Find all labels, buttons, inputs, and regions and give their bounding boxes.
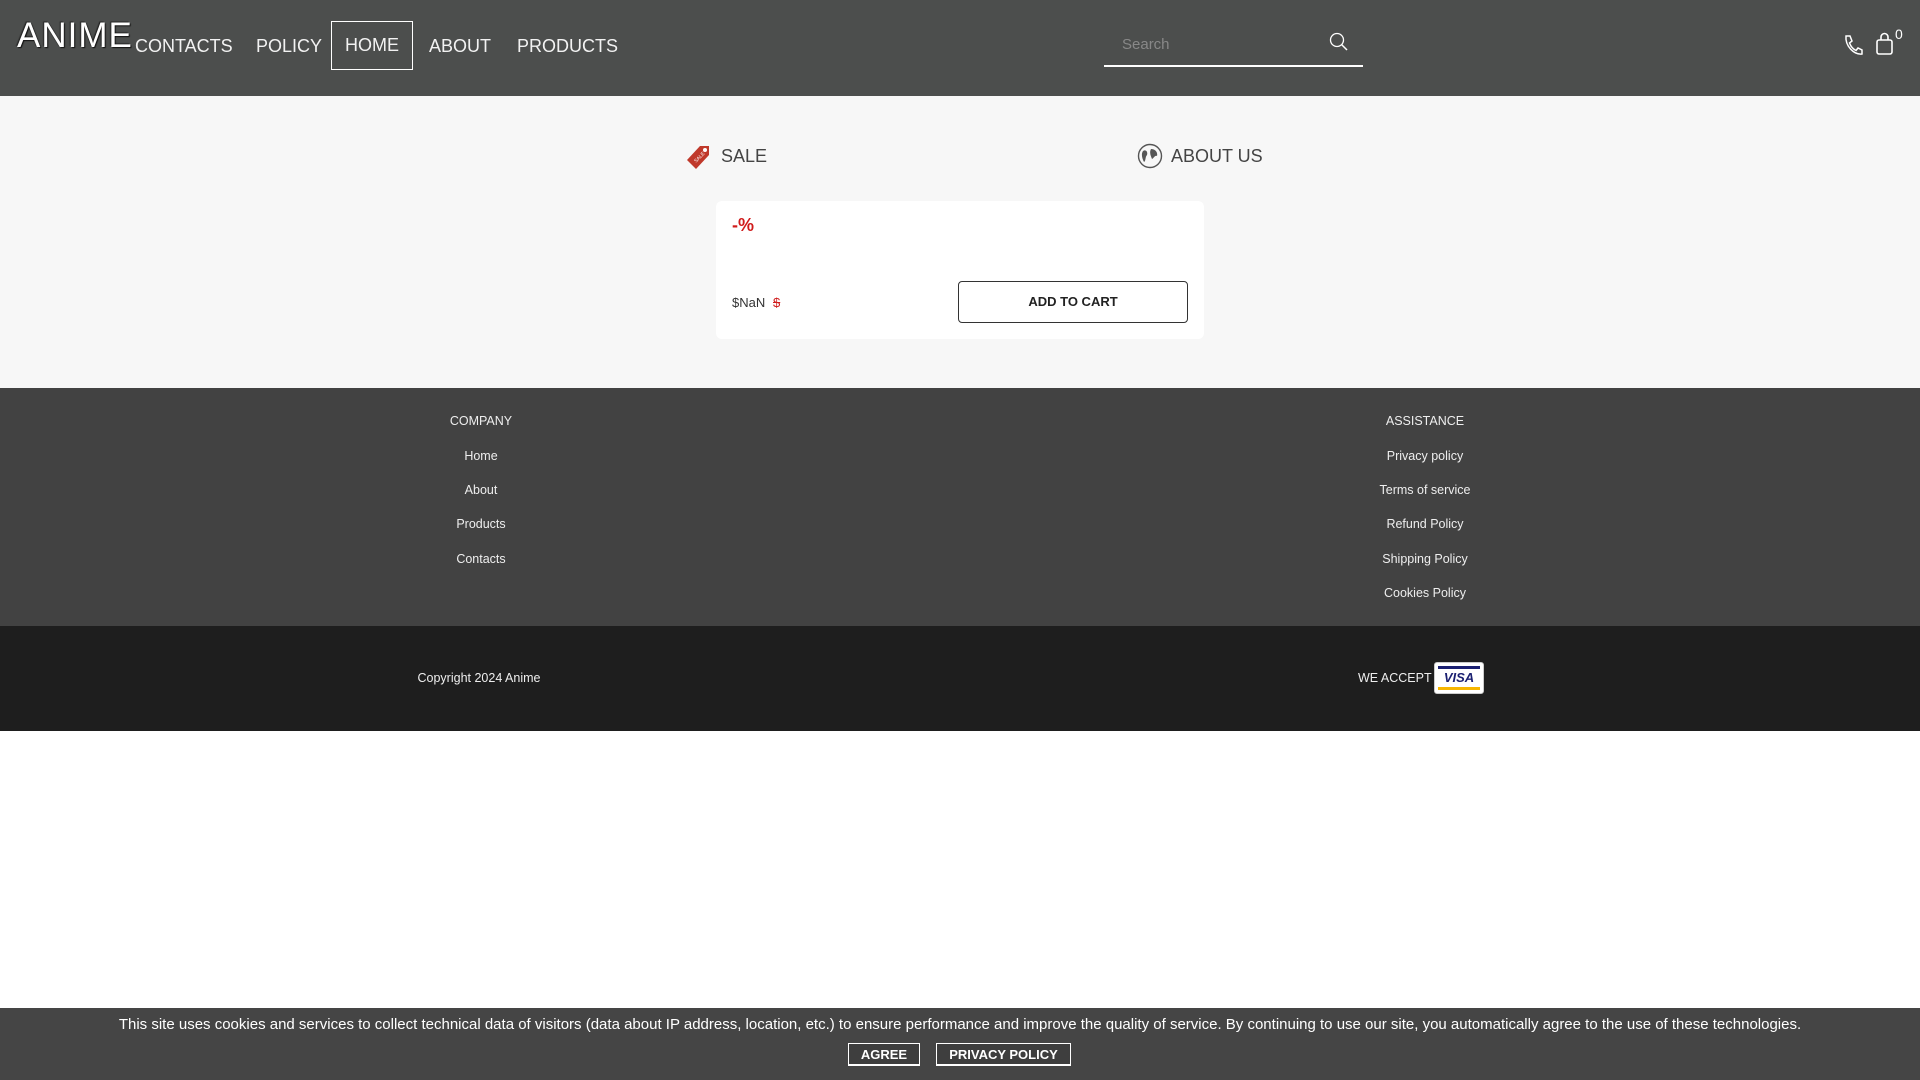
search-icon[interactable]: [1328, 31, 1350, 53]
search-input[interactable]: [1122, 36, 1322, 53]
logo[interactable]: ANIME: [17, 16, 133, 56]
footer-link-about[interactable]: About: [331, 483, 631, 497]
company-heading: COMPANY: [449, 414, 513, 428]
footer-link-terms[interactable]: Terms of service: [1275, 483, 1575, 497]
agree-button[interactable]: AGREE: [848, 1043, 920, 1066]
product-card: -% $NaN $ ADD TO CART: [716, 201, 1204, 339]
nav-home[interactable]: HOME: [331, 21, 413, 70]
visa-card-icon: VISA: [1434, 662, 1484, 694]
search-box: [1104, 30, 1363, 67]
footer-bottom: Copyright 2024 Anime WE ACCEPT VISA: [0, 626, 1920, 731]
cookie-text: This site uses cookies and services to c…: [118, 1016, 1802, 1033]
sale-tag-icon: SALE: [687, 146, 709, 169]
nav-products[interactable]: PRODUCTS: [517, 36, 618, 57]
discount-badge: -%: [732, 215, 754, 235]
price: $NaN: [732, 295, 766, 310]
privacy-policy-button[interactable]: PRIVACY POLICY: [936, 1043, 1071, 1066]
footer-link-privacy[interactable]: Privacy policy: [1275, 449, 1575, 463]
assistance-heading: ASSISTANCE: [1385, 414, 1465, 428]
footer-links: COMPANY Home About Products Contacts ASS…: [0, 388, 1920, 626]
about-us-link[interactable]: ABOUT US: [1171, 146, 1263, 167]
nav-about[interactable]: ABOUT: [429, 36, 491, 57]
globe-icon: [1137, 143, 1163, 169]
footer-link-contacts[interactable]: Contacts: [331, 552, 631, 566]
footer-link-cookies[interactable]: Cookies Policy: [1275, 586, 1575, 600]
add-to-cart-button[interactable]: ADD TO CART: [958, 281, 1188, 323]
cookie-banner: This site uses cookies and services to c…: [0, 1008, 1920, 1080]
old-price: $: [773, 295, 781, 310]
cart-count: 0: [1895, 26, 1903, 42]
sale-link[interactable]: SALE: [721, 146, 767, 167]
phone-icon[interactable]: [1842, 33, 1864, 57]
footer-link-shipping[interactable]: Shipping Policy: [1275, 552, 1575, 566]
nav-contacts[interactable]: CONTACTS: [135, 36, 233, 57]
we-accept-label: WE ACCEPT: [1358, 671, 1432, 685]
footer-link-refund[interactable]: Refund Policy: [1275, 517, 1575, 531]
cart-bag-icon[interactable]: [1875, 32, 1895, 56]
footer-link-products[interactable]: Products: [331, 517, 631, 531]
copyright: Copyright 2024 Anime: [417, 671, 541, 685]
footer-link-home[interactable]: Home: [331, 449, 631, 463]
nav-policy[interactable]: POLICY: [256, 36, 322, 57]
header: ANIME CONTACTS POLICY HOME ABOUT PRODUCT…: [0, 0, 1920, 96]
